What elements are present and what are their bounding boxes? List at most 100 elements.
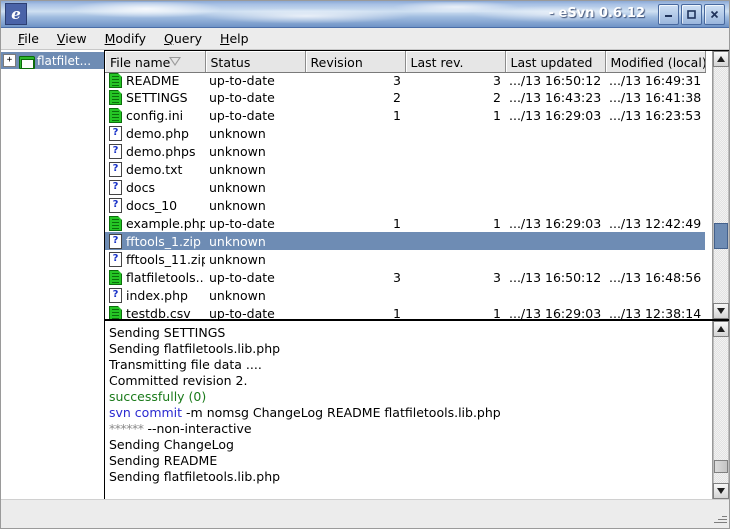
table-row[interactable]: flatfiletools... up-to-date 3 3 .../13 16:50… xyxy=(105,268,705,286)
cell-revision: 1 xyxy=(393,215,401,231)
cell-last-updated: .../13 16:29:03 xyxy=(509,107,602,123)
cell-status: up-to-date xyxy=(209,107,275,123)
cell-file-name: README xyxy=(105,73,205,88)
table-row[interactable]: ? demo.phps unknown xyxy=(105,142,705,160)
log-scroll-up-icon[interactable] xyxy=(713,321,729,337)
table-row[interactable]: ? fftools_1.zip unknown xyxy=(105,232,705,250)
cell-last-updated: .../13 16:50:12 xyxy=(509,269,602,285)
scroll-down-icon[interactable] xyxy=(713,303,729,319)
log-line: successfully (0) xyxy=(109,389,712,405)
close-icon[interactable] xyxy=(704,4,725,25)
menu-modify[interactable]: Modify xyxy=(96,29,155,48)
column-header-last-updated[interactable]: Last updated xyxy=(505,51,606,73)
file-name-label: flatfiletools... xyxy=(126,269,205,285)
title-bar-texture xyxy=(56,2,616,26)
cell-last-updated: .../13 16:43:23 xyxy=(509,89,602,105)
log-line: Transmitting file data .... xyxy=(109,357,712,373)
file-unknown-icon: ? xyxy=(109,197,122,213)
file-scroll-track[interactable] xyxy=(713,67,729,303)
table-row[interactable]: testdb.csv up-to-date 1 1 .../13 16:29:03...… xyxy=(105,304,705,319)
log-scroll-down-icon[interactable] xyxy=(713,483,729,499)
cell-status: unknown xyxy=(209,143,266,159)
file-name-label: fftools_1.zip xyxy=(126,233,201,249)
resize-grip[interactable] xyxy=(713,512,727,526)
cell-modified-local xyxy=(605,124,705,142)
file-table-header-row: File name Status Revision Last rev. Last… xyxy=(105,51,706,73)
column-header-status[interactable]: Status xyxy=(205,51,306,73)
cell-last-rev xyxy=(405,196,505,214)
file-name-label: demo.txt xyxy=(126,161,183,177)
log-output-text[interactable]: Sending SETTINGS Sending flatfiletools.li… xyxy=(105,321,712,499)
file-name-label: demo.php xyxy=(126,125,189,141)
cell-revision xyxy=(305,160,405,178)
cell-last-rev xyxy=(405,250,505,268)
column-header-revision[interactable]: Revision xyxy=(305,51,406,73)
cell-last-rev xyxy=(405,160,505,178)
file-name-label: testdb.csv xyxy=(126,305,191,320)
cell-file-name: ? docs xyxy=(105,178,205,196)
maximize-icon[interactable] xyxy=(681,4,702,25)
menu-file[interactable]: File xyxy=(9,29,48,48)
cell-modified-local: .../13 16:41:38 xyxy=(609,89,702,105)
file-tracked-icon xyxy=(109,73,122,88)
file-name-label: index.php xyxy=(126,287,188,303)
cell-last-updated xyxy=(505,124,605,142)
cell-file-name: ? docs_10 xyxy=(105,196,205,214)
table-row[interactable]: SETTINGS up-to-date 2 2 .../13 16:43:23 .../1… xyxy=(105,88,705,106)
table-row[interactable]: ? index.php unknown xyxy=(105,286,705,304)
log-line: ****** --non-interactive xyxy=(109,421,712,437)
cell-modified-local: .../13 16:23:53 xyxy=(609,107,702,123)
table-row[interactable]: ? fftools_11.zip unknown xyxy=(105,250,705,268)
cell-modified-local xyxy=(605,178,705,196)
menu-query[interactable]: Query xyxy=(155,29,211,48)
log-line: Sending flatfiletools.lib.php xyxy=(109,341,712,357)
cell-modified-local xyxy=(605,160,705,178)
expand-icon[interactable]: + xyxy=(3,54,16,67)
file-name-label: example.php xyxy=(126,215,205,231)
title-bar[interactable]: e - eSvn 0.6.12 xyxy=(1,1,729,28)
file-name-label: docs xyxy=(126,179,155,195)
log-line-text: svn commit xyxy=(109,405,183,420)
cell-last-updated xyxy=(505,178,605,196)
table-row[interactable]: ? demo.txt unknown xyxy=(105,160,705,178)
file-list-vertical-scrollbar[interactable] xyxy=(712,51,729,319)
log-scroll-thumb[interactable] xyxy=(714,459,728,473)
minimize-icon[interactable] xyxy=(658,4,679,25)
log-line-suffix: -m nomsg ChangeLog README flatfiletools.… xyxy=(182,405,501,420)
table-row[interactable]: ? demo.php unknown xyxy=(105,124,705,142)
log-vertical-scrollbar[interactable] xyxy=(712,321,729,499)
column-header-modified-local[interactable]: Modified (local) xyxy=(605,51,706,73)
file-list-scroll-area[interactable]: File name Status Revision Last rev. Last… xyxy=(105,51,712,319)
cell-file-name: ? fftools_11.zip xyxy=(105,250,205,268)
cell-last-updated xyxy=(505,232,605,250)
cell-revision xyxy=(305,196,405,214)
log-line: Committed revision 2. xyxy=(109,373,712,389)
repository-tree[interactable]: + flatfilet... xyxy=(1,50,105,499)
table-row[interactable]: README up-to-date 3 3 .../13 16:50:12 .../13 … xyxy=(105,73,705,88)
app-icon[interactable]: e xyxy=(5,3,27,25)
cell-modified-local xyxy=(605,196,705,214)
file-scroll-thumb[interactable] xyxy=(714,222,728,249)
sidebar-item-flatfiletools[interactable]: + flatfilet... xyxy=(1,52,104,69)
application-window: e - eSvn 0.6.12 File View Modify Query H… xyxy=(0,0,730,529)
menu-help[interactable]: Help xyxy=(211,29,258,48)
status-bar xyxy=(1,499,729,528)
table-row[interactable]: ? docs_10 unknown xyxy=(105,196,705,214)
log-scroll-track[interactable] xyxy=(713,337,729,483)
scroll-up-icon[interactable] xyxy=(713,51,729,67)
cell-revision: 1 xyxy=(393,305,401,320)
table-row[interactable]: ? docs unknown xyxy=(105,178,705,196)
column-header-file-name[interactable]: File name xyxy=(105,51,206,73)
log-line-text: Sending flatfiletools.lib.php xyxy=(109,341,281,356)
log-line-text: Sending SETTINGS xyxy=(109,325,226,340)
column-header-last-rev[interactable]: Last rev. xyxy=(405,51,506,73)
file-unknown-icon: ? xyxy=(109,287,122,303)
log-line: Sending SETTINGS xyxy=(109,325,712,341)
menu-view[interactable]: View xyxy=(48,29,96,48)
main-body: + flatfilet... File name Status Revision… xyxy=(1,50,729,499)
cell-last-rev: 3 xyxy=(493,269,501,285)
table-row[interactable]: config.ini up-to-date 1 1 .../13 16:29:03...… xyxy=(105,106,705,124)
table-row[interactable]: example.php up-to-date 1 1 .../13 16:29:03..… xyxy=(105,214,705,232)
cell-file-name: ? demo.phps xyxy=(105,142,205,160)
file-tracked-icon xyxy=(109,269,122,285)
